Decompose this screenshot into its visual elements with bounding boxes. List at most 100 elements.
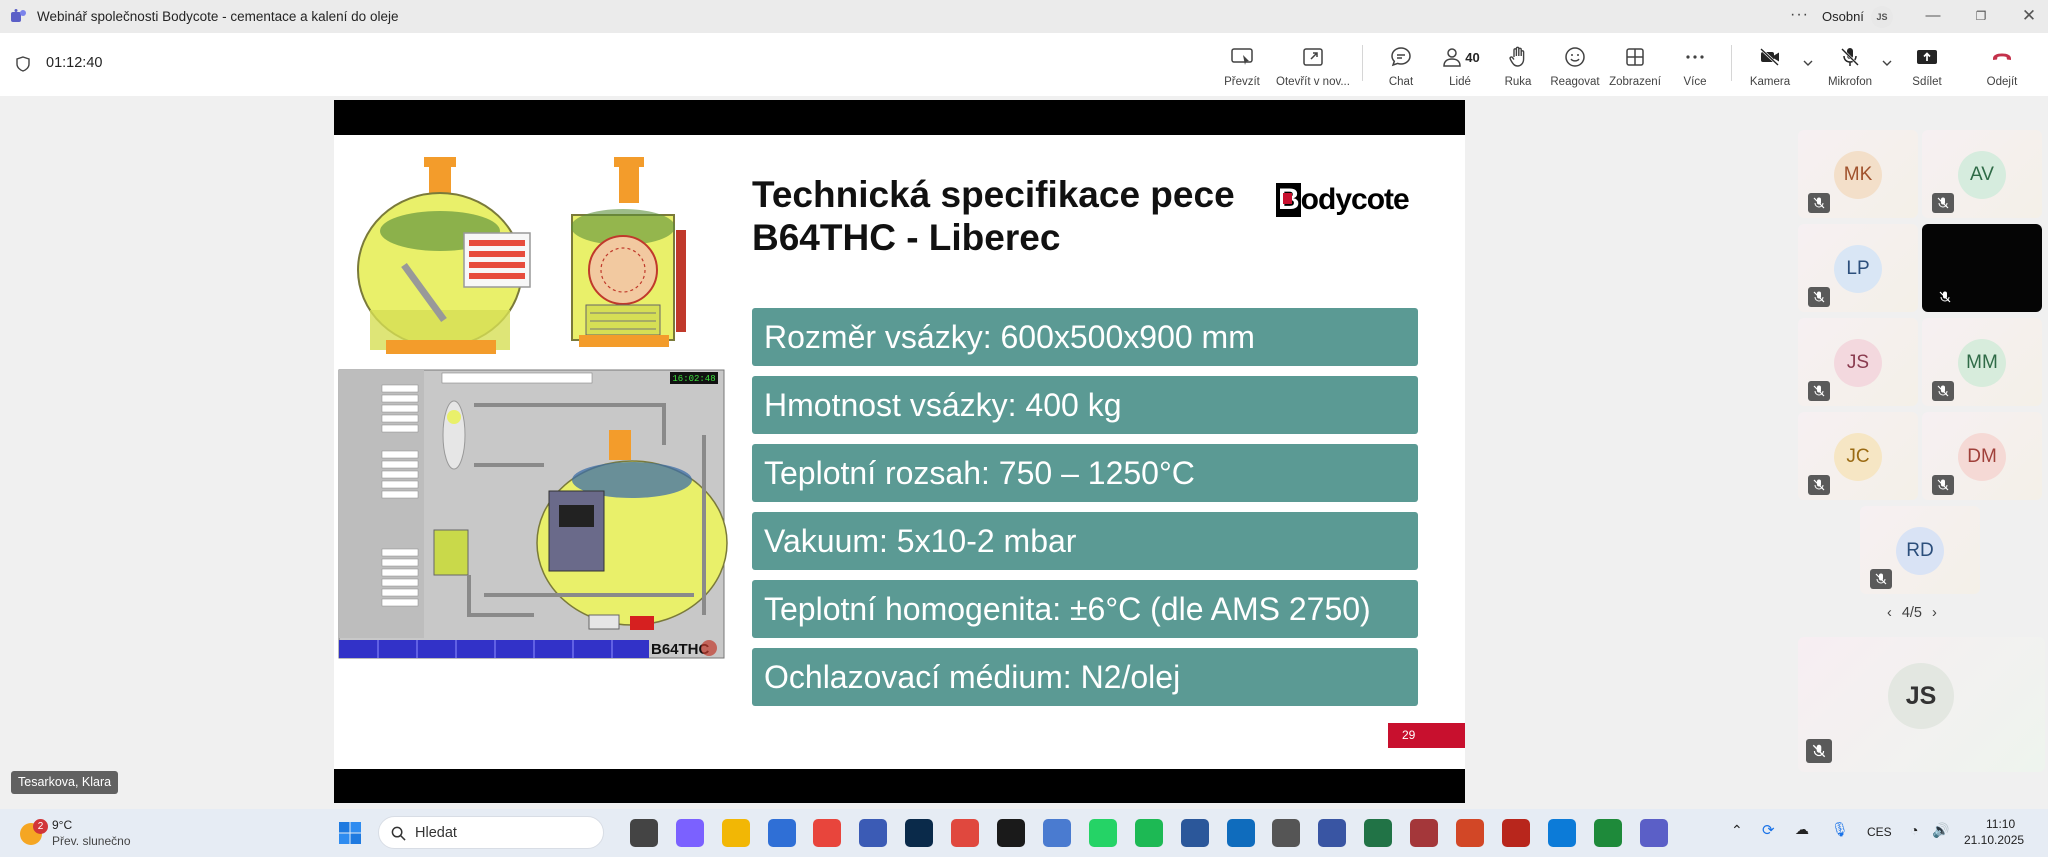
teams-icon: [11, 9, 26, 22]
creative-cloud-icon[interactable]: [951, 819, 979, 847]
file-explorer-icon[interactable]: [722, 819, 750, 847]
word-icon[interactable]: [1181, 819, 1209, 847]
snipping-tool-icon[interactable]: [1043, 819, 1071, 847]
cp-app-icon[interactable]: [1594, 819, 1622, 847]
windows-start-icon[interactable]: [338, 821, 362, 845]
people-count: 40: [1465, 49, 1480, 65]
microphone-button[interactable]: Mikrofon: [1826, 41, 1874, 93]
grid-view-icon: [1626, 48, 1644, 66]
open-new-window-button[interactable]: Otevřít v nov...: [1275, 41, 1351, 93]
mic-off-icon: [1808, 475, 1830, 495]
sync-icon[interactable]: ⟳: [1762, 821, 1775, 839]
mic-off-icon: [1932, 381, 1954, 401]
edge-icon[interactable]: [1548, 819, 1576, 847]
avatar: MK: [1834, 151, 1882, 199]
share-button[interactable]: Sdílet: [1912, 41, 1942, 93]
temperature: 9°C: [52, 818, 73, 832]
view-button[interactable]: Zobrazení: [1608, 41, 1662, 93]
powerpoint-icon[interactable]: [1456, 819, 1484, 847]
clock-date[interactable]: 21.10.2025: [1964, 833, 2024, 847]
react-button[interactable]: Reagovat: [1550, 41, 1600, 93]
chat-button[interactable]: Chat: [1386, 41, 1416, 93]
chevron-down-icon[interactable]: [1881, 57, 1893, 69]
access-icon[interactable]: [1410, 819, 1438, 847]
mic-off-icon: [1934, 287, 1956, 307]
profile-label[interactable]: Osobní: [1822, 9, 1864, 24]
participant-tile[interactable]: AV: [1922, 130, 2042, 218]
participant-tile[interactable]: MK: [1798, 130, 1918, 218]
store-icon[interactable]: [768, 819, 796, 847]
people-icon: [1443, 48, 1462, 67]
spec-item: Teplotní homogenita: ±6°C (dle AMS 2750): [752, 580, 1418, 638]
raise-hand-button[interactable]: Ruka: [1503, 41, 1533, 93]
participant-tile[interactable]: MM: [1922, 318, 2042, 406]
whatsapp-icon[interactable]: [1089, 819, 1117, 847]
mic-off-icon: [1932, 475, 1954, 495]
participant-tile[interactable]: [1922, 224, 2042, 312]
participant-tile[interactable]: DM: [1922, 412, 2042, 500]
avatar: LP: [1834, 245, 1882, 293]
volume-icon[interactable]: 🔊: [1932, 822, 1949, 839]
minimize-icon[interactable]: —: [1923, 6, 1943, 26]
participant-tile[interactable]: RD: [1860, 506, 1980, 594]
cloud-icon[interactable]: ☁: [1795, 821, 1809, 838]
camera-button[interactable]: Kamera: [1749, 41, 1791, 93]
self-video-tile[interactable]: JS: [1798, 637, 2045, 772]
excel-icon[interactable]: [1364, 819, 1392, 847]
weather-description: Přev. slunečno: [52, 834, 131, 848]
avatar: MM: [1958, 339, 2006, 387]
bodycote-logo: Bodycote: [1276, 183, 1410, 217]
chrome-icon[interactable]: [813, 819, 841, 847]
avatar: AV: [1958, 151, 2006, 199]
furnace-illustration: 16:02:48 B64THC: [338, 157, 728, 659]
more-options-icon[interactable]: ···: [1790, 6, 1809, 24]
take-control-button[interactable]: Převzít: [1222, 41, 1262, 93]
copilot-icon[interactable]: [676, 819, 704, 847]
slide-title: Technická specifikace pece B64THC - Libe…: [752, 174, 1235, 258]
more-button[interactable]: Více: [1680, 41, 1710, 93]
gallery-pager: ‹ 4/5 ›: [1887, 605, 1937, 621]
hmi-clock: 16:02:48: [672, 374, 715, 384]
wifi-icon[interactable]: ◔: [1910, 822, 1918, 838]
avatar: JS: [1888, 663, 1954, 729]
app-red-icon[interactable]: [1502, 819, 1530, 847]
save-icon[interactable]: [859, 819, 887, 847]
profile-avatar[interactable]: JS: [1871, 6, 1893, 28]
chevron-left-icon[interactable]: ‹: [1887, 605, 1892, 621]
search-icon: [391, 826, 406, 841]
window-title: Webinář společnosti Bodycote - cementace…: [37, 9, 399, 24]
avatar: JS: [1834, 339, 1882, 387]
ellipsis-icon: [1686, 55, 1704, 59]
spotify-icon[interactable]: [1135, 819, 1163, 847]
outlook-icon[interactable]: [1227, 819, 1255, 847]
photoshop-icon[interactable]: [905, 819, 933, 847]
calculator-icon[interactable]: [1272, 819, 1300, 847]
leave-button[interactable]: Odejít: [1985, 41, 2019, 93]
visio-icon[interactable]: [1318, 819, 1346, 847]
microphone-icon[interactable]: 🎙: [1831, 821, 1849, 838]
spec-item: Vakuum: 5x10-2 mbar: [752, 512, 1418, 570]
participant-tile[interactable]: JS: [1798, 318, 1918, 406]
input-language[interactable]: CES: [1867, 825, 1892, 839]
hand-icon: [1509, 46, 1525, 67]
spec-item: Ochlazovací médium: N2/olej: [752, 648, 1418, 706]
taskbar-search[interactable]: Hledat: [378, 816, 604, 849]
restore-icon[interactable]: ❐: [1971, 6, 1991, 26]
avatar: RD: [1896, 527, 1944, 575]
teams-taskbar-icon[interactable]: [1640, 819, 1668, 847]
mic-off-icon: [1806, 739, 1832, 763]
chevron-down-icon[interactable]: [1802, 57, 1814, 69]
acrobat-icon[interactable]: [997, 819, 1025, 847]
shared-slide: 16:02:48 B64THC Technická specifikace pe…: [334, 135, 1465, 769]
toolbar-divider: [1362, 45, 1363, 81]
participant-tile[interactable]: JC: [1798, 412, 1918, 500]
chevron-up-icon[interactable]: ⌃: [1731, 822, 1743, 839]
clock-time[interactable]: 11:10: [1986, 817, 2015, 831]
avatar: DM: [1958, 433, 2006, 481]
spec-item: Teplotní rozsah: 750 – 1250°C: [752, 444, 1418, 502]
chevron-right-icon[interactable]: ›: [1932, 605, 1937, 621]
people-button[interactable]: 40 Lidé: [1438, 41, 1482, 93]
participant-tile[interactable]: LP: [1798, 224, 1918, 312]
task-view-icon[interactable]: [630, 819, 658, 847]
close-icon[interactable]: ✕: [2019, 6, 2039, 26]
